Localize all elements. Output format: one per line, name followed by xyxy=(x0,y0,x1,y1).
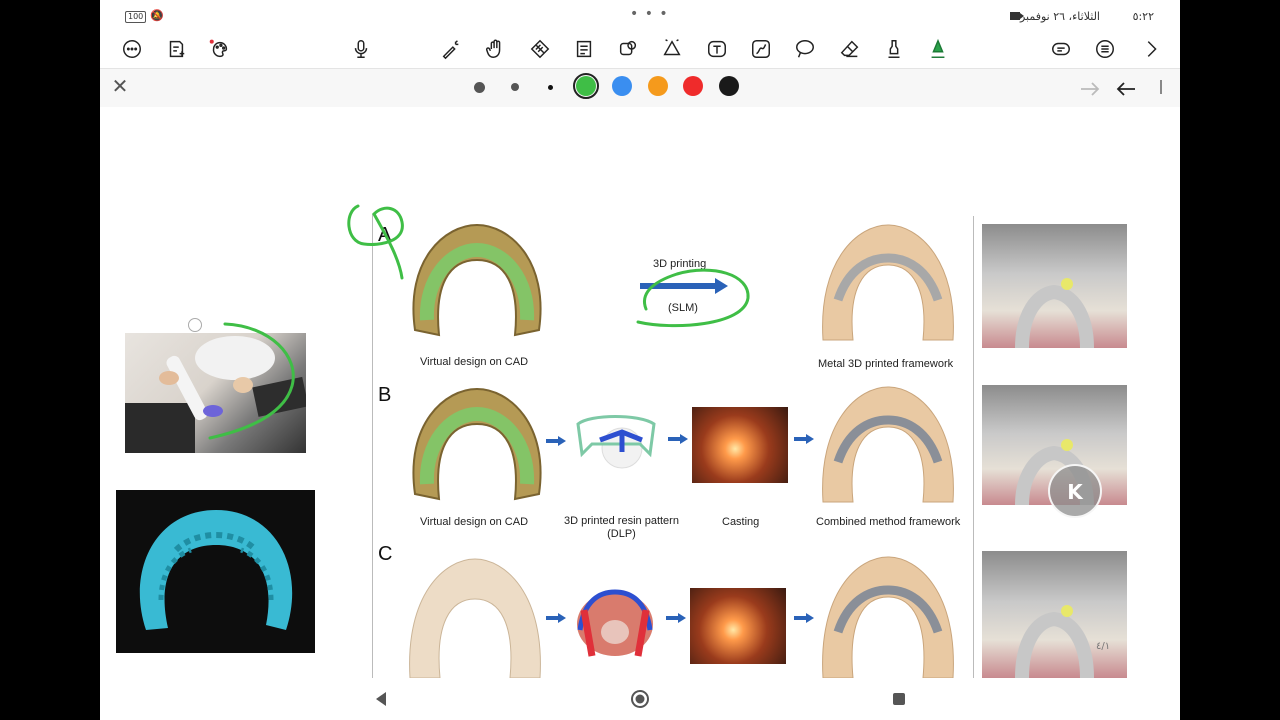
stone-cast-image xyxy=(409,558,541,678)
cad-design-image-a xyxy=(412,223,542,337)
note-canvas[interactable]: A Virtual design on CAD 3D printing (SLM… xyxy=(100,106,1180,678)
resin-pattern-image xyxy=(576,415,656,469)
figure-divider-left xyxy=(372,214,373,678)
row-b-letter: B xyxy=(378,384,392,406)
pen-size-medium[interactable] xyxy=(511,83,519,91)
pen-size-small[interactable] xyxy=(548,85,553,90)
fill-icon[interactable] xyxy=(658,36,686,64)
undo-icon[interactable] xyxy=(1112,75,1140,99)
cast-framework-image-c xyxy=(822,556,954,678)
combined-framework-image xyxy=(822,386,954,503)
lasso-icon[interactable] xyxy=(791,36,819,64)
process-arrow-c1 xyxy=(546,613,566,623)
green-annotation-stroke xyxy=(208,322,295,440)
floating-assistant-button[interactable]: K xyxy=(1048,464,1102,518)
page-indicator: ٤/١ xyxy=(1096,641,1111,652)
sticker-icon[interactable] xyxy=(206,36,234,64)
layers-icon[interactable] xyxy=(1047,36,1075,64)
process-arrow-b1 xyxy=(546,436,566,446)
intraoral-photo-a xyxy=(982,224,1127,348)
chevron-right-icon[interactable] xyxy=(1137,36,1165,64)
hand-icon[interactable] xyxy=(481,36,509,64)
shapes-icon[interactable] xyxy=(614,36,642,64)
window-handle-icon[interactable]: • • • xyxy=(630,6,669,22)
color-swatch-green[interactable] xyxy=(573,73,599,99)
green-circle-annotation xyxy=(347,204,404,280)
selection-handle[interactable] xyxy=(188,318,202,332)
highlighter-icon[interactable] xyxy=(880,36,908,64)
process-arrow-c3 xyxy=(794,613,814,623)
green-ellipse-annotation xyxy=(636,268,750,328)
color-swatch-red[interactable] xyxy=(683,76,703,96)
status-bar: 100 🔕 • • • الثلاثاء، ٢٦ نوفمبر ٥:٢٢ xyxy=(100,0,1180,34)
text-box-icon[interactable] xyxy=(570,36,598,64)
pen-icon[interactable] xyxy=(924,36,952,64)
label-metal-framework: Metal 3D printed framework xyxy=(818,358,954,370)
battery-indicator: 100 xyxy=(125,11,147,23)
row-c-letter: C xyxy=(378,543,393,565)
color-swatch-orange[interactable] xyxy=(648,76,668,96)
tablet-screen: 100 🔕 • • • الثلاثاء، ٢٦ نوفمبر ٥:٢٢ ✕ A… xyxy=(100,0,1180,720)
notifications-muted-icon: 🔕 xyxy=(150,9,164,22)
pen-options-bar: ✕ xyxy=(100,68,1180,107)
pen-size-large[interactable] xyxy=(474,82,485,93)
label-combined-framework: Combined method framework xyxy=(816,516,961,528)
label-virtual-design-a: Virtual design on CAD xyxy=(420,356,529,368)
label-casting: Casting xyxy=(722,516,760,528)
label-virtual-design-b: Virtual design on CAD xyxy=(420,516,529,528)
figure-divider-right xyxy=(973,216,974,678)
toolbar-divider xyxy=(1160,80,1162,94)
home-nav-icon[interactable] xyxy=(627,686,653,712)
add-page-icon[interactable] xyxy=(162,36,190,64)
line-icon[interactable] xyxy=(747,36,775,64)
color-swatch-blue[interactable] xyxy=(612,76,632,96)
metal-framework-image-a xyxy=(822,224,954,341)
list-icon[interactable] xyxy=(1091,36,1119,64)
color-swatch-black[interactable] xyxy=(719,76,739,96)
process-arrow-b2 xyxy=(668,434,688,444)
main-toolbar xyxy=(100,34,1180,66)
microphone-icon[interactable] xyxy=(347,36,375,64)
recents-nav-icon[interactable] xyxy=(886,686,912,712)
redo-icon[interactable] xyxy=(1076,75,1104,99)
insert-text-icon[interactable] xyxy=(703,36,731,64)
more-icon[interactable] xyxy=(118,36,146,64)
status-time: ٥:٢٢ xyxy=(1132,10,1154,23)
close-icon[interactable]: ✕ xyxy=(108,75,132,99)
eraser-icon[interactable] xyxy=(836,36,864,64)
back-nav-icon[interactable] xyxy=(368,686,394,712)
wax-pattern-image xyxy=(577,589,653,657)
casting-image-b xyxy=(692,407,788,483)
casting-image-c xyxy=(690,588,786,664)
intraoral-photo-c xyxy=(982,551,1127,678)
cad-design-image-b xyxy=(412,387,542,501)
selection-icon[interactable] xyxy=(526,36,554,64)
status-date: الثلاثاء، ٢٦ نوفمبر xyxy=(1019,10,1100,23)
navigation-bar xyxy=(100,678,1180,720)
dental-impression-photo xyxy=(116,490,315,653)
process-arrow-c2 xyxy=(666,613,686,623)
process-arrow-b3 xyxy=(794,434,814,444)
label-resin-pattern: 3D printed resin pattern (DLP) xyxy=(564,515,679,540)
screen-recording-icon xyxy=(1010,12,1024,20)
laser-pointer-icon[interactable] xyxy=(437,36,465,64)
